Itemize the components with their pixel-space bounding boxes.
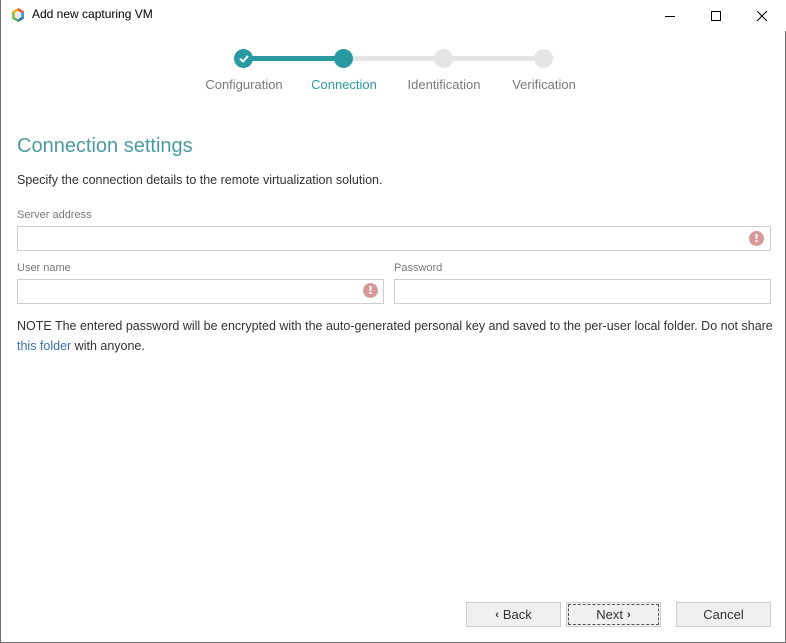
step-dot-verification: [534, 49, 553, 68]
password-label: Password: [394, 262, 443, 274]
cancel-button-label: Cancel: [703, 607, 744, 622]
user-name-input[interactable]: [17, 279, 384, 304]
chevron-right-icon: ›: [627, 608, 631, 621]
wizard-stepper: Configuration Connection Identification …: [1, 40, 786, 100]
password-input[interactable]: [394, 279, 771, 304]
maximize-button[interactable]: [693, 0, 739, 31]
user-name-error-icon: !: [363, 283, 378, 298]
section-title: Connection settings: [17, 135, 193, 157]
password-note: NOTE The entered password will be encryp…: [17, 316, 777, 356]
section-description: Specify the connection details to the re…: [17, 173, 383, 187]
app-logo-icon: [10, 7, 26, 23]
server-address-input[interactable]: [17, 226, 771, 251]
note-text-after: with anyone.: [71, 339, 145, 353]
back-button-label: Back: [502, 607, 532, 622]
title-bar: Add new capturing VM: [1, 0, 786, 31]
step-dot-identification: [434, 49, 453, 68]
step-dot-configuration: [234, 49, 253, 68]
back-button[interactable]: ‹ Back: [466, 602, 561, 627]
maximize-icon: [711, 10, 721, 21]
check-icon: [239, 55, 248, 62]
dialog-window: Add new capturing VM Configuration Conne…: [0, 0, 786, 643]
step-label-configuration: Configuration: [205, 77, 283, 92]
step-connector-3: [444, 56, 544, 61]
this-folder-link[interactable]: this folder: [17, 339, 71, 353]
window-title: Add new capturing VM: [32, 7, 153, 21]
minimize-icon: [665, 15, 675, 17]
step-dot-connection: [334, 49, 353, 68]
next-button-label: Next: [596, 607, 624, 622]
server-address-error-icon: !: [749, 231, 764, 246]
step-label-verification: Verification: [512, 77, 576, 92]
step-label-identification: Identification: [407, 77, 481, 92]
user-name-label: User name: [17, 262, 71, 274]
close-button[interactable]: [739, 0, 785, 31]
close-icon: [756, 10, 768, 21]
next-button[interactable]: Next ›: [566, 602, 661, 627]
note-text-before: NOTE The entered password will be encryp…: [17, 319, 773, 333]
cancel-button[interactable]: Cancel: [676, 602, 771, 627]
server-address-label: Server address: [17, 209, 92, 221]
step-label-connection: Connection: [311, 77, 377, 92]
chevron-left-icon: ‹: [495, 608, 499, 621]
step-connector-1: [244, 56, 344, 61]
minimize-button[interactable]: [647, 0, 693, 31]
step-connector-2: [344, 56, 444, 61]
